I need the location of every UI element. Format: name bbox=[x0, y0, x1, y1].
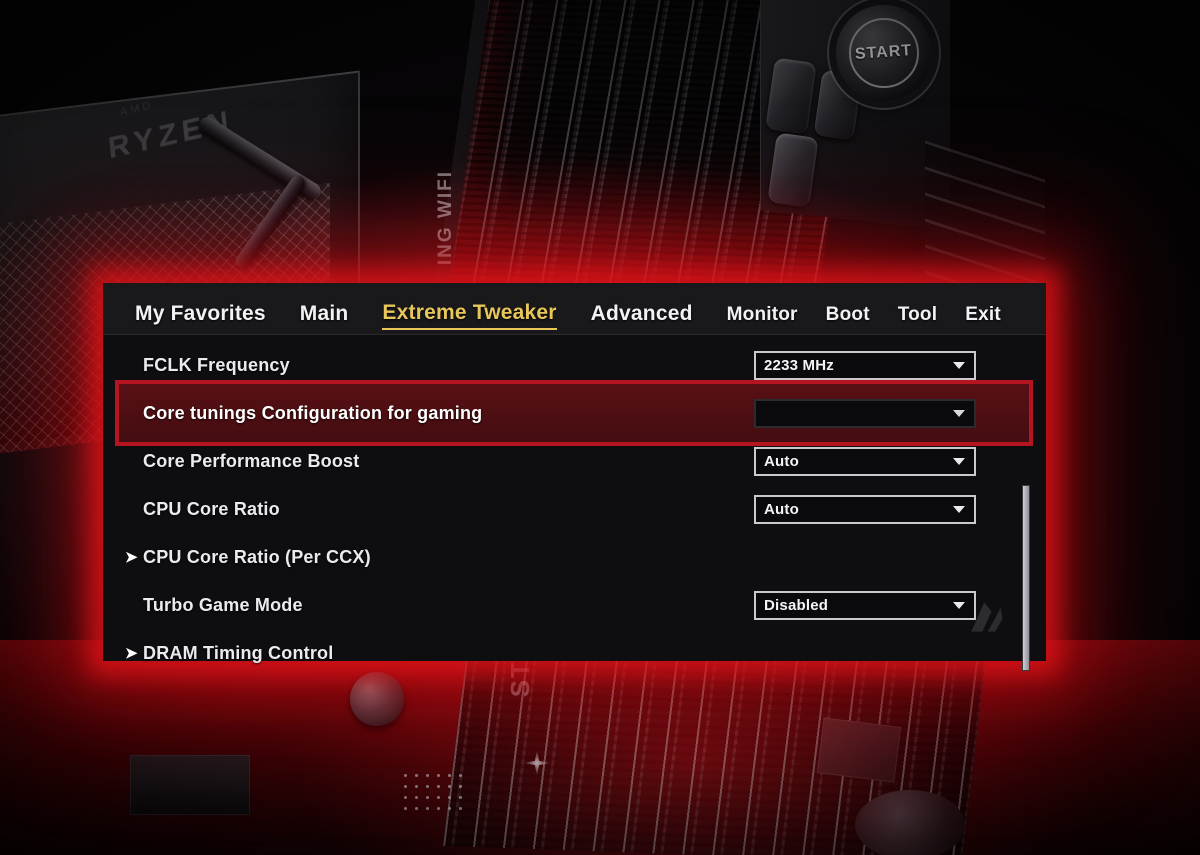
tab-monitor[interactable]: Monitor bbox=[727, 304, 798, 330]
setting-label: FCLK Frequency bbox=[143, 354, 290, 375]
setting-dropdown[interactable] bbox=[754, 398, 976, 428]
setting-row[interactable]: ➤ DRAM Timing Control bbox=[103, 629, 1046, 677]
expand-arrow-icon: ➤ bbox=[125, 549, 138, 566]
setting-row[interactable]: ➤ CPU Core Ratio (Per CCX) bbox=[103, 533, 1046, 581]
setting-label: DRAM Timing Control bbox=[143, 642, 334, 663]
tab-label: Advanced bbox=[590, 302, 693, 325]
setting-dropdown[interactable]: Disabled bbox=[754, 590, 976, 620]
tab-label: Main bbox=[299, 302, 349, 325]
setting-label: Core tunings Configuration for gaming bbox=[143, 402, 483, 423]
chevron-down-icon[interactable] bbox=[953, 362, 965, 369]
setting-label: CPU Core Ratio bbox=[143, 498, 280, 519]
chevron-down-icon[interactable] bbox=[953, 458, 965, 465]
dropdown-value: Auto bbox=[764, 452, 799, 470]
setting-row[interactable]: Core tunings Configuration for gaming bbox=[103, 389, 1046, 437]
tab-extreme-tweaker[interactable]: Extreme Tweaker bbox=[382, 301, 557, 330]
bios-tab-bar: My Favorites Main Extreme Tweaker Advanced M… bbox=[103, 283, 1046, 335]
bios-setup-panel: My Favorites Main Extreme Tweaker Advanced M… bbox=[103, 283, 1046, 671]
expand-arrow-icon: ➤ bbox=[125, 645, 138, 662]
tab-label: Extreme Tweaker bbox=[382, 301, 557, 324]
bios-settings-list: FCLK Frequency 2233 MHz Core tunings Confi… bbox=[103, 335, 1046, 671]
tab-my-favorites[interactable]: My Favorites bbox=[135, 302, 266, 330]
dropdown-value: Auto bbox=[764, 500, 799, 518]
tab-label: Monitor bbox=[726, 304, 798, 325]
setting-row[interactable]: Core Performance Boost Auto bbox=[103, 437, 1046, 485]
tab-tool[interactable]: Tool bbox=[898, 304, 938, 330]
tab-label: Boot bbox=[825, 304, 870, 325]
scrollbar-thumb[interactable] bbox=[1023, 486, 1029, 670]
tab-main[interactable]: Main bbox=[300, 302, 349, 330]
setting-row[interactable]: CPU Core Ratio Auto bbox=[103, 485, 1046, 533]
screenshot-stage: AMD RYZEN A1 B2 ING WIFI START ST My Fav… bbox=[0, 0, 1200, 855]
setting-row[interactable]: FCLK Frequency 2233 MHz bbox=[103, 341, 1046, 389]
tab-label: My Favorites bbox=[135, 302, 266, 325]
setting-row[interactable]: Turbo Game Mode Disabled bbox=[103, 581, 1046, 629]
rog-watermark-icon bbox=[971, 602, 1003, 632]
chevron-down-icon[interactable] bbox=[953, 506, 965, 513]
tab-label: Exit bbox=[965, 304, 1001, 325]
setting-dropdown[interactable]: 2233 MHz bbox=[754, 350, 976, 380]
chevron-down-icon[interactable] bbox=[953, 410, 965, 417]
panel-scrollbar[interactable] bbox=[1022, 485, 1030, 671]
setting-label: Core Performance Boost bbox=[143, 450, 360, 471]
setting-dropdown[interactable]: Auto bbox=[754, 494, 976, 524]
dropdown-value: Disabled bbox=[764, 596, 829, 614]
setting-label: Turbo Game Mode bbox=[143, 594, 303, 615]
setting-label: CPU Core Ratio (Per CCX) bbox=[143, 546, 371, 567]
tab-label: Tool bbox=[897, 304, 938, 325]
dropdown-value: 2233 MHz bbox=[764, 356, 834, 374]
tab-exit[interactable]: Exit bbox=[965, 304, 1001, 330]
tab-boot[interactable]: Boot bbox=[826, 304, 870, 330]
tab-advanced[interactable]: Advanced bbox=[591, 302, 693, 330]
setting-dropdown[interactable]: Auto bbox=[754, 446, 976, 476]
